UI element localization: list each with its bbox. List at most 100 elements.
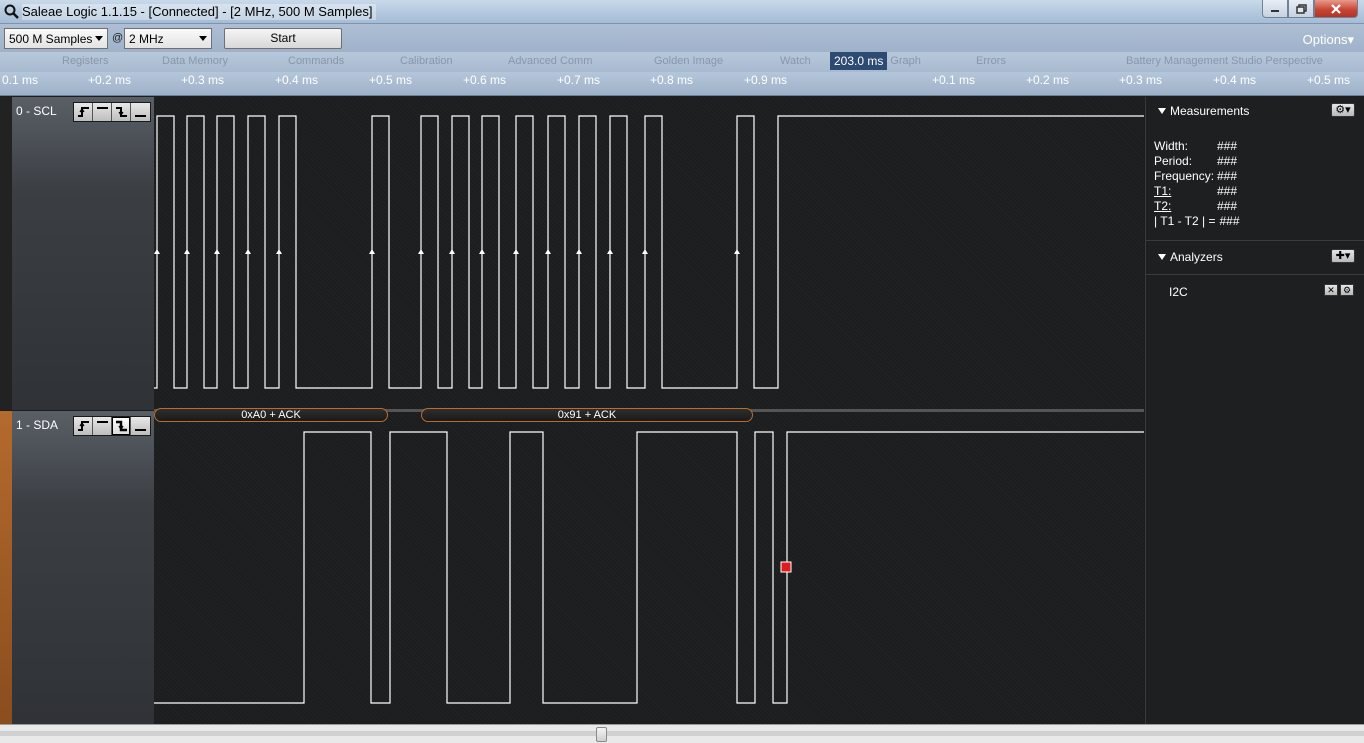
trigger-falling-button[interactable]: [112, 417, 131, 435]
trigger-rising-button[interactable]: [74, 417, 93, 435]
start-button[interactable]: Start: [224, 28, 342, 49]
measurement-value: ###: [1217, 184, 1238, 198]
marker-square[interactable]: [780, 561, 792, 573]
decode-bubble[interactable]: 0xA0 + ACK: [154, 408, 388, 422]
restore-button[interactable]: [1288, 0, 1314, 18]
measurements-header[interactable]: Measurements ⚙▾: [1146, 97, 1364, 125]
channel-label-sda[interactable]: 1 - SDA: [0, 411, 154, 724]
chevron-down-icon: [199, 36, 207, 41]
time-ruler[interactable]: 0.1 ms +0.2 ms +0.3 ms +0.4 ms +0.5 ms +…: [0, 72, 1364, 96]
low-level-icon: [135, 429, 146, 431]
scrollbar-track[interactable]: [0, 731, 1364, 736]
rising-edge-icon: [77, 107, 89, 117]
chevron-down-icon: [95, 36, 103, 41]
high-level-icon: [96, 421, 108, 423]
ruler-tick: +0.8 ms: [650, 73, 694, 87]
scrollbar-thumb[interactable]: [596, 727, 607, 742]
ruler-tick: +0.2 ms: [88, 73, 132, 87]
ruler-tick: +0.9 ms: [744, 73, 788, 87]
trigger-falling-button[interactable]: [112, 103, 131, 121]
ghost-item: Commands: [288, 55, 345, 67]
channel-label-scl[interactable]: 0 - SCL: [0, 97, 154, 410]
horizontal-scrollbar[interactable]: [0, 724, 1364, 743]
measurement-row: Period: ###: [1154, 154, 1240, 169]
cursor-time-label: 203.0 ms: [830, 52, 888, 70]
analyzer-settings-button[interactable]: ⚙: [1340, 284, 1354, 296]
channel-color-stripe: [0, 411, 12, 724]
measurement-label[interactable]: T1:: [1154, 184, 1217, 199]
measurement-row: T1: ###: [1154, 184, 1240, 199]
measurement-label: Period:: [1154, 154, 1193, 168]
ghost-item: Advanced Comm: [508, 55, 593, 67]
analyzer-item-controls: ✕ ⚙: [1324, 284, 1354, 296]
measurement-label[interactable]: T2:: [1154, 199, 1217, 214]
collapse-icon: [1158, 254, 1166, 260]
ruler-tick: +0.7 ms: [557, 73, 601, 87]
ruler-tick: +0.4 ms: [1213, 73, 1257, 87]
measurements-title: Measurements: [1170, 104, 1250, 118]
channel-name: 0 - SCL: [16, 104, 57, 118]
measurement-label: Width:: [1154, 139, 1189, 153]
ghost-item: Battery Management Studio Perspective: [1126, 55, 1323, 67]
close-icon: [1331, 3, 1341, 14]
ruler-tick: +0.3 ms: [181, 73, 225, 87]
measurement-value: ###: [1217, 169, 1238, 183]
analyzer-item-i2c[interactable]: I2C: [1169, 285, 1188, 299]
trigger-high-button[interactable]: [93, 103, 112, 121]
background-toolbar: Registers Data Memory Commands Calibrati…: [0, 52, 1364, 72]
ruler-tick: +0.1 ms: [932, 73, 976, 87]
samples-select[interactable]: 500 M Samples: [4, 28, 108, 49]
measurement-value: ###: [1217, 139, 1238, 153]
measurement-value: ###: [1217, 199, 1238, 213]
trigger-low-button[interactable]: [131, 417, 150, 435]
ruler-tick: +0.3 ms: [1119, 73, 1163, 87]
ghost-item: Calibration: [400, 55, 453, 67]
side-panel: Measurements ⚙▾ Width: ### Period: ### Fre…: [1145, 97, 1364, 724]
add-analyzer-button[interactable]: ✚▾: [1331, 249, 1355, 263]
falling-edge-icon: [115, 420, 127, 432]
trigger-rising-button[interactable]: [74, 103, 93, 121]
close-button[interactable]: [1314, 0, 1358, 18]
measurement-row: | T1 - T2 | = ###: [1154, 214, 1240, 229]
ghost-item: Errors: [976, 55, 1006, 67]
ruler-tick: +0.4 ms: [275, 73, 319, 87]
ghost-item: Registers: [62, 55, 109, 67]
ghost-item: Watch: [780, 55, 811, 67]
sample-rate-select[interactable]: 2 MHz: [124, 28, 212, 49]
measurement-value: ###: [1217, 154, 1238, 168]
low-level-icon: [135, 115, 146, 117]
measurement-row: T2: ###: [1154, 199, 1240, 214]
ghost-item: Golden Image: [654, 55, 724, 67]
measurements-settings-button[interactable]: ⚙▾: [1331, 103, 1355, 117]
remove-analyzer-button[interactable]: ✕: [1324, 284, 1338, 296]
ruler-tick: +0.2 ms: [1026, 73, 1070, 87]
trigger-buttons: [73, 416, 151, 436]
decode-bubble[interactable]: 0x91 + ACK: [421, 408, 753, 422]
measurement-row: Width: ###: [1154, 139, 1240, 154]
trigger-buttons: [73, 102, 151, 122]
window-title: Saleae Logic 1.1.15 - [Connected] - [2 M…: [22, 4, 377, 20]
measurement-label: Frequency:: [1154, 169, 1215, 183]
measurements-list: Width: ### Period: ### Frequency: ### T1: ##…: [1154, 139, 1240, 229]
plus-icon: ✚▾: [1335, 250, 1351, 262]
gear-icon: ⚙: [1342, 285, 1352, 295]
ghost-item: Data Memory: [162, 55, 229, 67]
sample-rate-value: 2 MHz: [129, 32, 164, 46]
measurement-value: ###: [1219, 214, 1240, 228]
collapse-icon: [1158, 108, 1166, 114]
trigger-high-button[interactable]: [93, 417, 112, 435]
close-icon: ✕: [1327, 285, 1335, 295]
ruler-tick: +0.6 ms: [463, 73, 507, 87]
at-separator: @: [112, 32, 124, 44]
trigger-low-button[interactable]: [131, 103, 150, 121]
minimize-button[interactable]: [1262, 0, 1288, 18]
scl-sample-markers: [154, 249, 740, 254]
sda-waveform: [154, 431, 1144, 704]
measurement-row: Frequency: ###: [1154, 169, 1240, 184]
ruler-tick: +0.5 ms: [1307, 73, 1351, 87]
restore-icon: [1295, 3, 1307, 14]
analyzers-header[interactable]: Analyzers ✚▾: [1146, 243, 1364, 271]
options-menu[interactable]: Options▾: [1303, 32, 1354, 48]
samples-value: 500 M Samples: [9, 32, 93, 46]
analyzers-title: Analyzers: [1170, 250, 1223, 264]
